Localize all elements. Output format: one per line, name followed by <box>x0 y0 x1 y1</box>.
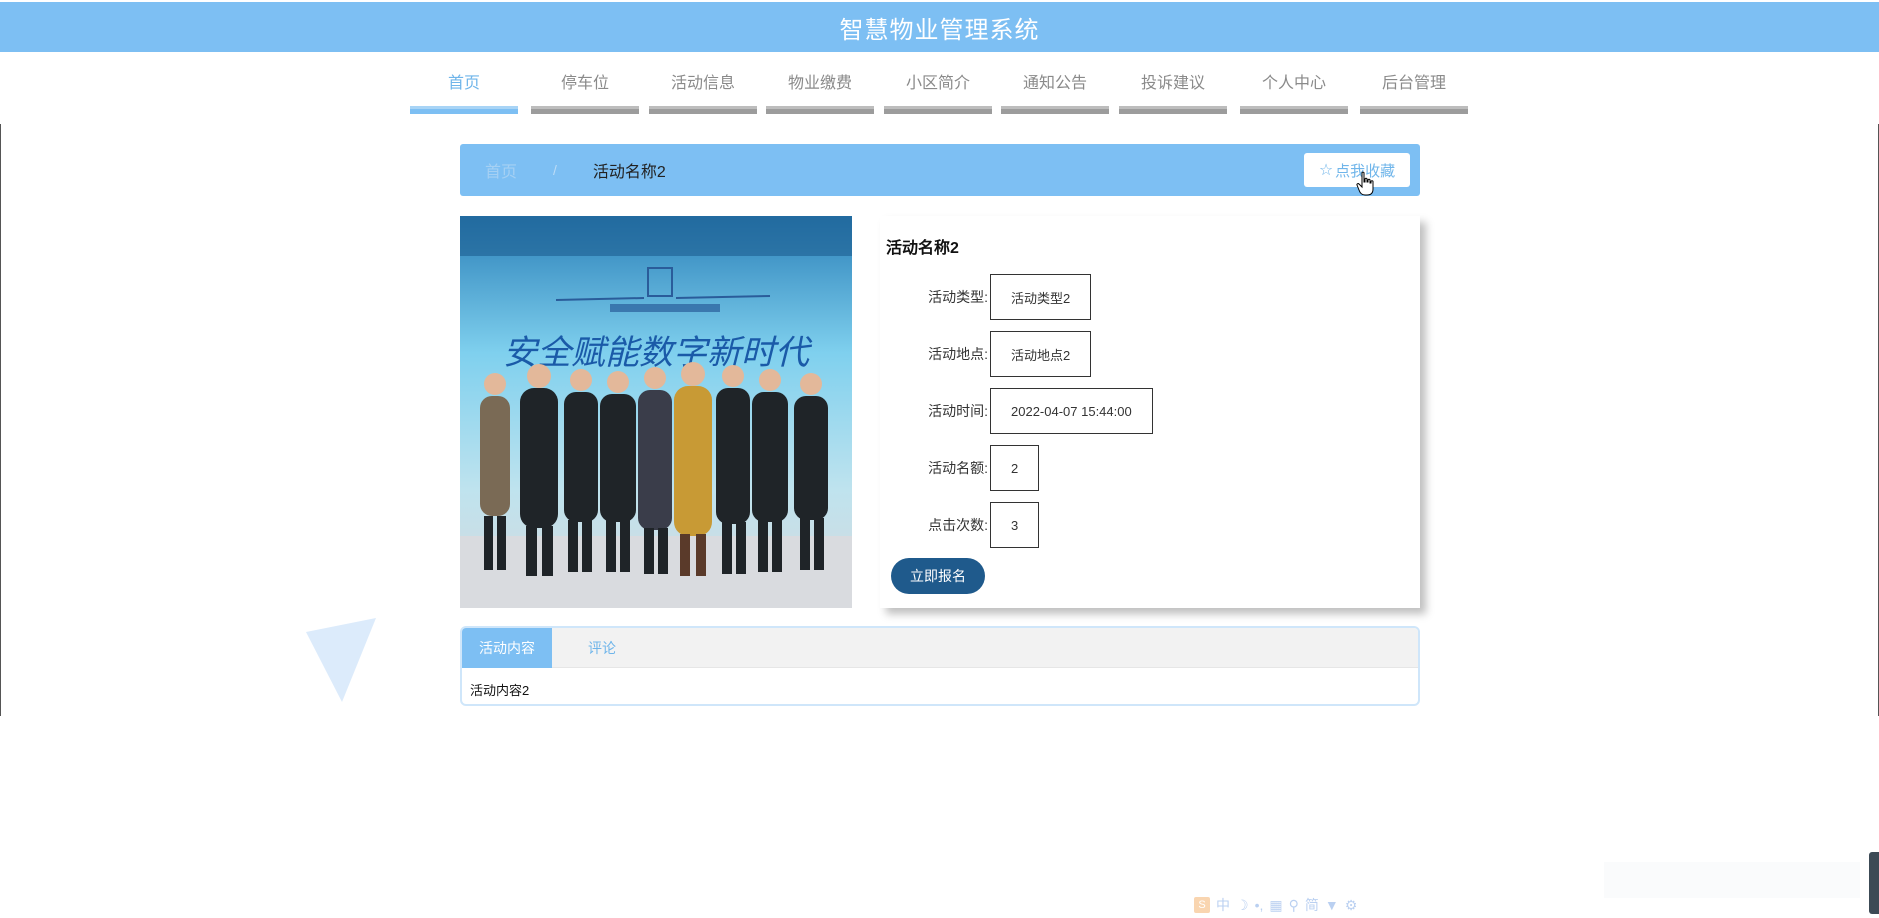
field-row-quota: 活动名额: 2 <box>880 445 1040 491</box>
activity-detail-card: 活动名称2 活动类型: 活动类型2 活动地点: 活动地点2 活动时间: 2022… <box>880 216 1420 608</box>
site-header: 智慧物业管理系统 <box>0 2 1879 52</box>
breadcrumb: 首页 / 活动名称2 ☆ 点我收藏 <box>460 144 1420 196</box>
nav-item-underline <box>1001 106 1109 114</box>
field-value: 活动类型2 <box>990 274 1092 320</box>
ime-simplified-icon[interactable]: 简 <box>1305 895 1319 915</box>
frame-left-line <box>0 124 1 716</box>
nav-item-label: 后台管理 <box>1381 75 1446 92</box>
gear-icon[interactable]: ⚙ <box>1345 897 1358 914</box>
nav-item-label: 停车位 <box>560 75 609 92</box>
field-label: 活动地点: <box>928 346 988 362</box>
nav-item-home[interactable]: 首页 <box>410 70 518 114</box>
breadcrumb-current: 活动名称2 <box>592 164 666 181</box>
nav-item-underline <box>766 106 874 114</box>
star-icon: ☆ <box>1318 162 1334 179</box>
field-label: 活动名额: <box>928 460 988 476</box>
nav-item-community-intro[interactable]: 小区简介 <box>884 70 992 114</box>
field-label: 点击次数: <box>928 517 988 533</box>
keyboard-icon[interactable]: ▦ <box>1269 897 1282 914</box>
nav-item-label: 投诉建议 <box>1140 75 1205 92</box>
activity-title: 活动名称2 <box>886 240 959 257</box>
decorative-triangle-icon <box>306 618 376 702</box>
nav-item-notices[interactable]: 通知公告 <box>1001 70 1109 114</box>
field-label: 活动类型: <box>928 289 988 305</box>
nav-item-label: 活动信息 <box>670 75 735 92</box>
tab-activity-content[interactable]: 活动内容 <box>462 628 552 668</box>
breadcrumb-separator: / <box>553 162 557 178</box>
moon-icon[interactable]: ☽ <box>1236 897 1249 914</box>
nav-item-underline <box>1360 106 1468 114</box>
field-value: 3 <box>990 502 1040 548</box>
nav-item-underline <box>410 106 518 114</box>
nav-item-underline <box>884 106 992 114</box>
user-icon[interactable]: ⚲ <box>1289 897 1299 914</box>
page: 智慧物业管理系统 首页 停车位 活动信息 物业缴费 小区简介 通知公告 投诉建议 <box>0 0 1879 918</box>
skin-icon[interactable]: ▼ <box>1325 897 1339 913</box>
hand-cursor-icon <box>1356 171 1374 196</box>
breadcrumb-home-link[interactable]: 首页 <box>485 158 517 182</box>
tab-comments[interactable]: 评论 <box>552 628 652 668</box>
punctuation-icon[interactable]: •, <box>1255 897 1264 913</box>
tab-panel: 活动内容 评论 活动内容2 <box>460 626 1420 706</box>
nav-item-underline <box>1240 106 1348 114</box>
nav-item-label: 物业缴费 <box>787 75 852 92</box>
nav-item-underline <box>1119 106 1227 114</box>
signup-button[interactable]: 立即报名 <box>891 558 985 594</box>
side-edge-tab[interactable] <box>1869 852 1879 914</box>
nav-item-label: 首页 <box>447 75 480 92</box>
tab-content: 活动内容2 <box>470 683 530 698</box>
background-panel <box>1604 862 1860 898</box>
main-nav: 首页 停车位 活动信息 物业缴费 小区简介 通知公告 投诉建议 个人中心 后台管… <box>0 70 1879 120</box>
site-title: 智慧物业管理系统 <box>839 16 1040 44</box>
nav-item-label: 通知公告 <box>1022 75 1087 92</box>
field-value: 2 <box>990 445 1040 491</box>
field-value: 活动地点2 <box>990 331 1092 377</box>
nav-item-parking[interactable]: 停车位 <box>531 70 639 114</box>
activity-photo: 安全赋能数字新时代 <box>460 216 852 608</box>
nav-item-underline <box>531 106 639 114</box>
nav-item-label: 个人中心 <box>1261 75 1326 92</box>
ime-chinese-mode-icon[interactable]: 中 <box>1216 895 1230 915</box>
nav-item-complaints[interactable]: 投诉建议 <box>1119 70 1227 114</box>
nav-item-admin[interactable]: 后台管理 <box>1360 70 1468 114</box>
nav-item-activities[interactable]: 活动信息 <box>649 70 757 114</box>
photo-banner-text: 安全赋能数字新时代 <box>503 333 813 373</box>
field-value: 2022-04-07 15:44:00 <box>990 388 1153 434</box>
field-row-time: 活动时间: 2022-04-07 15:44:00 <box>880 388 1153 434</box>
field-label: 活动时间: <box>928 403 988 419</box>
tab-header: 活动内容 评论 <box>462 628 1418 668</box>
field-row-clicks: 点击次数: 3 <box>880 502 1040 548</box>
field-row-type: 活动类型: 活动类型2 <box>880 274 1092 320</box>
ime-logo-icon[interactable]: S <box>1194 897 1210 913</box>
ime-toolbar: S 中 ☽ •, ▦ ⚲ 简 ▼ ⚙ <box>1194 894 1394 916</box>
nav-item-underline <box>649 106 757 114</box>
field-row-location: 活动地点: 活动地点2 <box>880 331 1092 377</box>
nav-item-label: 小区简介 <box>905 75 970 92</box>
nav-item-property-fees[interactable]: 物业缴费 <box>766 70 874 114</box>
activity-photo-illustration: 安全赋能数字新时代 <box>460 216 852 608</box>
nav-item-personal-center[interactable]: 个人中心 <box>1240 70 1348 114</box>
